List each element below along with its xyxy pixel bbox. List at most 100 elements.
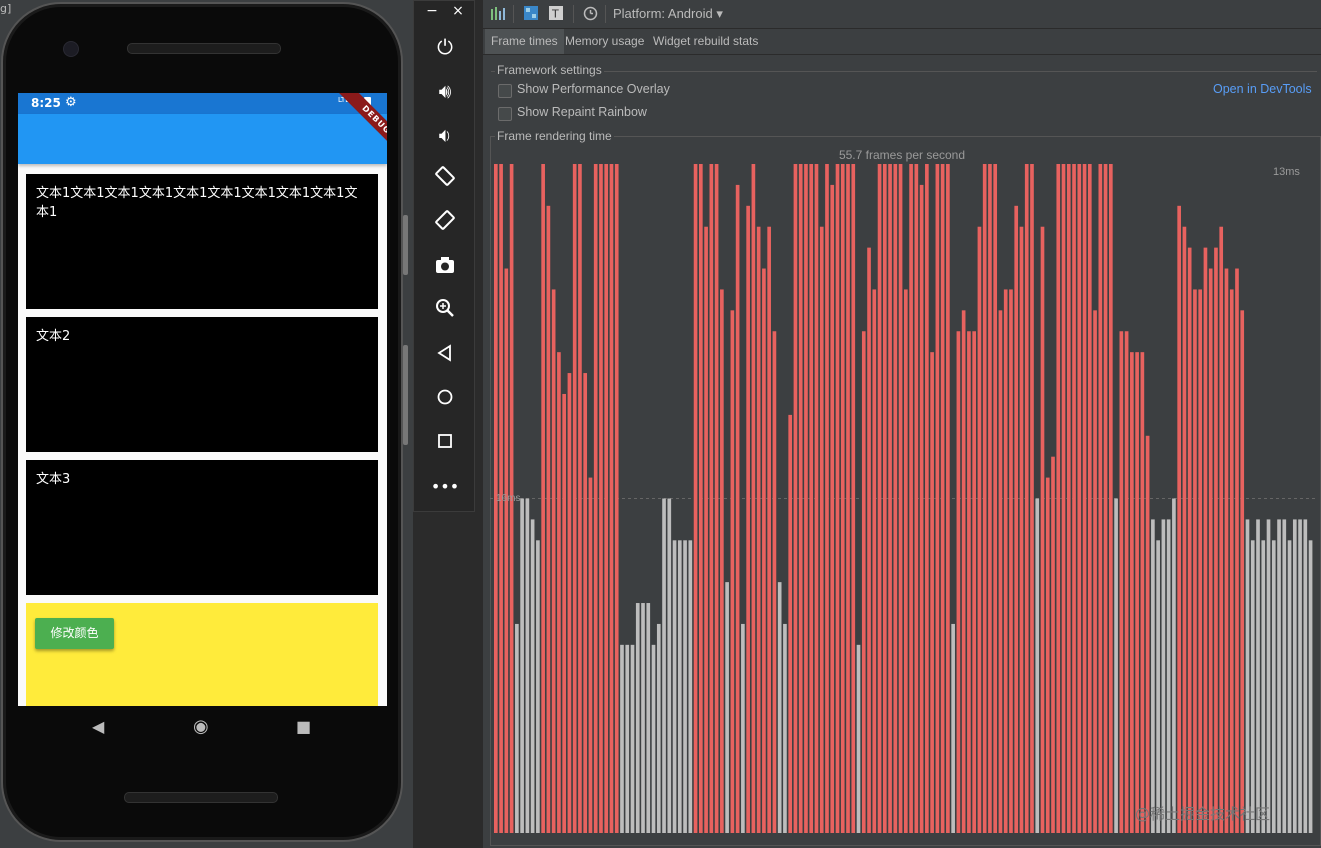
frame-bar[interactable]: [588, 477, 593, 833]
frame-bar[interactable]: [1224, 268, 1229, 833]
frame-bar[interactable]: [777, 582, 782, 834]
frame-bar[interactable]: [1056, 164, 1061, 833]
frame-bar[interactable]: [930, 352, 934, 833]
frame-bar[interactable]: [1077, 164, 1082, 833]
tab-memory-usage[interactable]: Memory usage: [559, 29, 650, 54]
frame-bar[interactable]: [656, 623, 661, 833]
frame-bar[interactable]: [1256, 519, 1260, 833]
frame-bar[interactable]: [1072, 164, 1076, 833]
frame-bar[interactable]: [1103, 164, 1108, 833]
frame-bar[interactable]: [1214, 247, 1218, 834]
frame-bar[interactable]: [1156, 540, 1160, 833]
frame-bar[interactable]: [1051, 456, 1055, 833]
nav-home-icon[interactable]: ◉: [193, 716, 209, 737]
frame-bar[interactable]: [1109, 164, 1113, 833]
frame-bar[interactable]: [835, 164, 840, 833]
frame-bar[interactable]: [772, 331, 777, 833]
frame-bar[interactable]: [1177, 205, 1181, 833]
frame-bar[interactable]: [693, 164, 698, 833]
frame-bar[interactable]: [977, 226, 982, 834]
repaint-rainbow-label[interactable]: Show Repaint Rainbow: [517, 105, 647, 119]
volume-down-icon[interactable]: 🔉︎: [429, 121, 461, 149]
frame-bar[interactable]: [651, 644, 656, 833]
frame-bar[interactable]: [872, 289, 877, 833]
frame-bar[interactable]: [998, 310, 1003, 834]
frame-bar[interactable]: [735, 184, 740, 833]
frame-bar[interactable]: [1040, 226, 1045, 834]
frame-bar[interactable]: [1119, 331, 1124, 833]
frame-bar[interactable]: [1193, 289, 1197, 833]
frame-bar[interactable]: [783, 623, 787, 833]
frame-bar[interactable]: [714, 164, 719, 833]
volume-up-icon[interactable]: 🔊︎: [429, 77, 461, 105]
frame-bar[interactable]: [1030, 164, 1034, 833]
repaint-rainbow-icon[interactable]: [524, 6, 538, 22]
emulator-minimize-button[interactable]: −: [425, 3, 439, 19]
frame-bar[interactable]: [1292, 519, 1297, 833]
frame-bar[interactable]: [861, 331, 866, 833]
frame-bar[interactable]: [1308, 540, 1313, 833]
frame-bar[interactable]: [882, 164, 887, 833]
frame-bar[interactable]: [1203, 247, 1208, 834]
frame-bar[interactable]: [646, 603, 651, 833]
frame-bar[interactable]: [635, 603, 640, 833]
frame-bar[interactable]: [1114, 498, 1118, 834]
frame-bar[interactable]: [1161, 519, 1166, 833]
frame-bar[interactable]: [1098, 164, 1103, 833]
frame-bar[interactable]: [982, 164, 987, 833]
frame-bar[interactable]: [1019, 226, 1024, 834]
frame-bar[interactable]: [1135, 352, 1139, 833]
frame-bar[interactable]: [809, 164, 814, 833]
modify-color-button[interactable]: 修改颜色: [35, 618, 114, 649]
frame-bar[interactable]: [825, 164, 829, 833]
frame-bar[interactable]: [1009, 289, 1013, 833]
frame-bar[interactable]: [1261, 540, 1266, 833]
rotate-right-icon[interactable]: [429, 209, 461, 237]
frame-bar[interactable]: [788, 414, 793, 834]
frame-bar[interactable]: [1240, 310, 1245, 834]
frame-bar[interactable]: [1003, 289, 1008, 833]
frame-bar[interactable]: [893, 164, 898, 833]
frame-bar[interactable]: [1187, 247, 1192, 834]
frame-bar[interactable]: [804, 164, 808, 833]
frame-bar[interactable]: [1182, 226, 1187, 834]
frame-bar[interactable]: [851, 164, 856, 833]
frame-bar[interactable]: [1082, 164, 1087, 833]
frame-bar[interactable]: [525, 498, 530, 834]
frame-bar[interactable]: [551, 289, 556, 833]
frame-bar[interactable]: [1045, 477, 1050, 833]
performance-overlay-label[interactable]: Show Performance Overlay: [517, 82, 670, 96]
frame-bar[interactable]: [699, 164, 703, 833]
frame-bar[interactable]: [951, 623, 955, 833]
frame-bar[interactable]: [793, 164, 798, 833]
frame-bar[interactable]: [730, 310, 735, 834]
frame-bar[interactable]: [961, 310, 966, 834]
frame-bar[interactable]: [914, 164, 919, 833]
frame-bar[interactable]: [1066, 164, 1071, 833]
frame-bar[interactable]: [967, 331, 971, 833]
frame-bar[interactable]: [988, 164, 992, 833]
rotate-left-icon[interactable]: [429, 165, 461, 193]
frame-bar[interactable]: [625, 644, 630, 833]
frame-bar[interactable]: [1219, 226, 1224, 834]
frame-bar[interactable]: [1287, 540, 1292, 833]
frame-bar[interactable]: [1130, 352, 1134, 833]
frame-bar[interactable]: [1145, 435, 1150, 833]
frame-bar[interactable]: [1282, 519, 1287, 833]
frame-bar[interactable]: [725, 582, 729, 834]
frame-bar[interactable]: [520, 498, 524, 834]
frame-bar[interactable]: [1235, 268, 1239, 833]
frame-bar[interactable]: [709, 164, 714, 833]
frame-bar[interactable]: [888, 164, 892, 833]
clock-icon[interactable]: [583, 6, 598, 22]
frame-bar[interactable]: [1061, 164, 1066, 833]
frame-bar[interactable]: [1024, 164, 1029, 833]
frame-bar[interactable]: [504, 268, 509, 833]
frame-bar[interactable]: [562, 393, 566, 833]
text-scale-icon[interactable]: T: [549, 6, 563, 22]
frame-bar[interactable]: [972, 331, 976, 833]
frame-bar[interactable]: [919, 184, 924, 833]
frame-bar[interactable]: [946, 164, 950, 833]
frame-bar[interactable]: [819, 226, 824, 834]
frame-bar[interactable]: [704, 226, 708, 834]
